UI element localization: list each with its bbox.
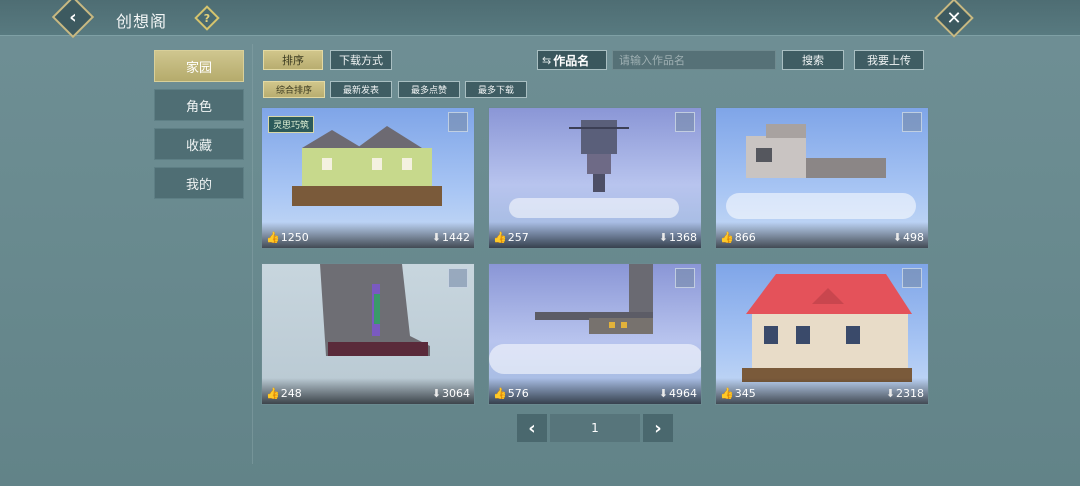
work-card[interactable]: 👍 257 ⬇ 1368 [488, 107, 702, 249]
thumbs-up-icon: 👍 [493, 387, 507, 400]
thumbs-up-icon: 👍 [266, 387, 280, 400]
download-arrow-icon: ⬇ [431, 387, 441, 400]
card-stats: 👍 257 ⬇ 1368 [489, 222, 701, 248]
card-stats: 👍 576 ⬇ 4964 [489, 378, 701, 404]
thumbs-up-icon: 👍 [266, 231, 280, 244]
select-checkbox[interactable] [675, 112, 695, 132]
download-arrow-icon: ⬇ [885, 387, 895, 400]
swap-icon: ⇆ [542, 53, 552, 67]
upload-button[interactable]: 我要上传 [854, 50, 924, 70]
filter-newest[interactable]: 最新发表 [330, 81, 392, 98]
card-stats: 👍 248 ⬇ 3064 [262, 378, 474, 404]
filter-most-downloaded[interactable]: 最多下载 [465, 81, 527, 98]
select-checkbox[interactable] [902, 268, 922, 288]
select-checkbox[interactable] [448, 268, 468, 288]
download-arrow-icon: ⬇ [658, 387, 668, 400]
thumbs-up-icon: 👍 [720, 231, 734, 244]
page-title: 创想阁 [116, 12, 168, 31]
thumbs-up-icon: 👍 [720, 387, 734, 400]
chevron-right-icon: › [654, 417, 662, 439]
sidebar-item-mine[interactable]: 我的 [154, 167, 244, 199]
like-count: 866 [734, 231, 756, 244]
like-count: 257 [507, 231, 529, 244]
download-count: 2318 [896, 387, 924, 400]
help-button[interactable]: ? [194, 5, 220, 31]
sidebar: 家园 角色 收藏 我的 [154, 50, 244, 206]
card-stats: 👍 1250 ⬇ 1442 [262, 222, 474, 248]
next-page-button[interactable]: › [643, 414, 673, 442]
select-checkbox[interactable] [902, 112, 922, 132]
search-field-selector[interactable]: ⇆ 作品名 [537, 50, 607, 70]
search-field-label: 作品名 [553, 53, 590, 68]
download-count: 1442 [442, 231, 470, 244]
download-count: 3064 [442, 387, 470, 400]
chevron-left-icon: ‹ [528, 417, 536, 439]
card-stats: 👍 345 ⬇ 2318 [716, 378, 928, 404]
thumbs-up-icon: 👍 [493, 231, 507, 244]
sidebar-item-character[interactable]: 角色 [154, 89, 244, 121]
card-stats: 👍 866 ⬇ 498 [716, 222, 928, 248]
work-card[interactable]: 👍 866 ⬇ 498 [715, 107, 929, 249]
search-button[interactable]: 搜索 [782, 50, 844, 70]
search-input[interactable] [612, 50, 776, 70]
download-count: 1368 [669, 231, 697, 244]
question-icon: ? [203, 11, 211, 25]
sidebar-divider [252, 44, 253, 464]
filter-most-liked[interactable]: 最多点赞 [398, 81, 460, 98]
work-card[interactable]: 👍 248 ⬇ 3064 [261, 263, 475, 405]
back-button[interactable]: ‹ [51, 0, 95, 39]
top-bar: ‹ 创想阁 ? ✕ [0, 0, 1080, 39]
download-arrow-icon: ⬇ [892, 231, 902, 244]
sidebar-item-favorites[interactable]: 收藏 [154, 128, 244, 160]
select-checkbox[interactable] [448, 112, 468, 132]
download-count: 498 [903, 231, 924, 244]
sort-button[interactable]: 排序 [263, 50, 323, 70]
download-count: 4964 [669, 387, 697, 400]
close-button[interactable]: ✕ [934, 0, 974, 38]
chevron-left-icon: ‹ [69, 6, 77, 28]
download-arrow-icon: ⬇ [658, 231, 668, 244]
download-arrow-icon: ⬇ [431, 231, 441, 244]
filter-comprehensive[interactable]: 综合排序 [263, 81, 325, 98]
close-icon: ✕ [946, 7, 962, 29]
prev-page-button[interactable]: ‹ [517, 414, 547, 442]
like-count: 1250 [280, 231, 309, 244]
work-card[interactable]: 👍 345 ⬇ 2318 [715, 263, 929, 405]
select-checkbox[interactable] [675, 268, 695, 288]
sidebar-item-home[interactable]: 家园 [154, 50, 244, 82]
work-card[interactable]: 👍 576 ⬇ 4964 [488, 263, 702, 405]
page-number: 1 [550, 414, 640, 442]
download-mode-button[interactable]: 下载方式 [330, 50, 392, 70]
work-card[interactable]: 灵思巧筑 👍 1250 ⬇ 1442 [261, 107, 475, 249]
like-count: 248 [280, 387, 302, 400]
like-count: 345 [734, 387, 756, 400]
like-count: 576 [507, 387, 529, 400]
